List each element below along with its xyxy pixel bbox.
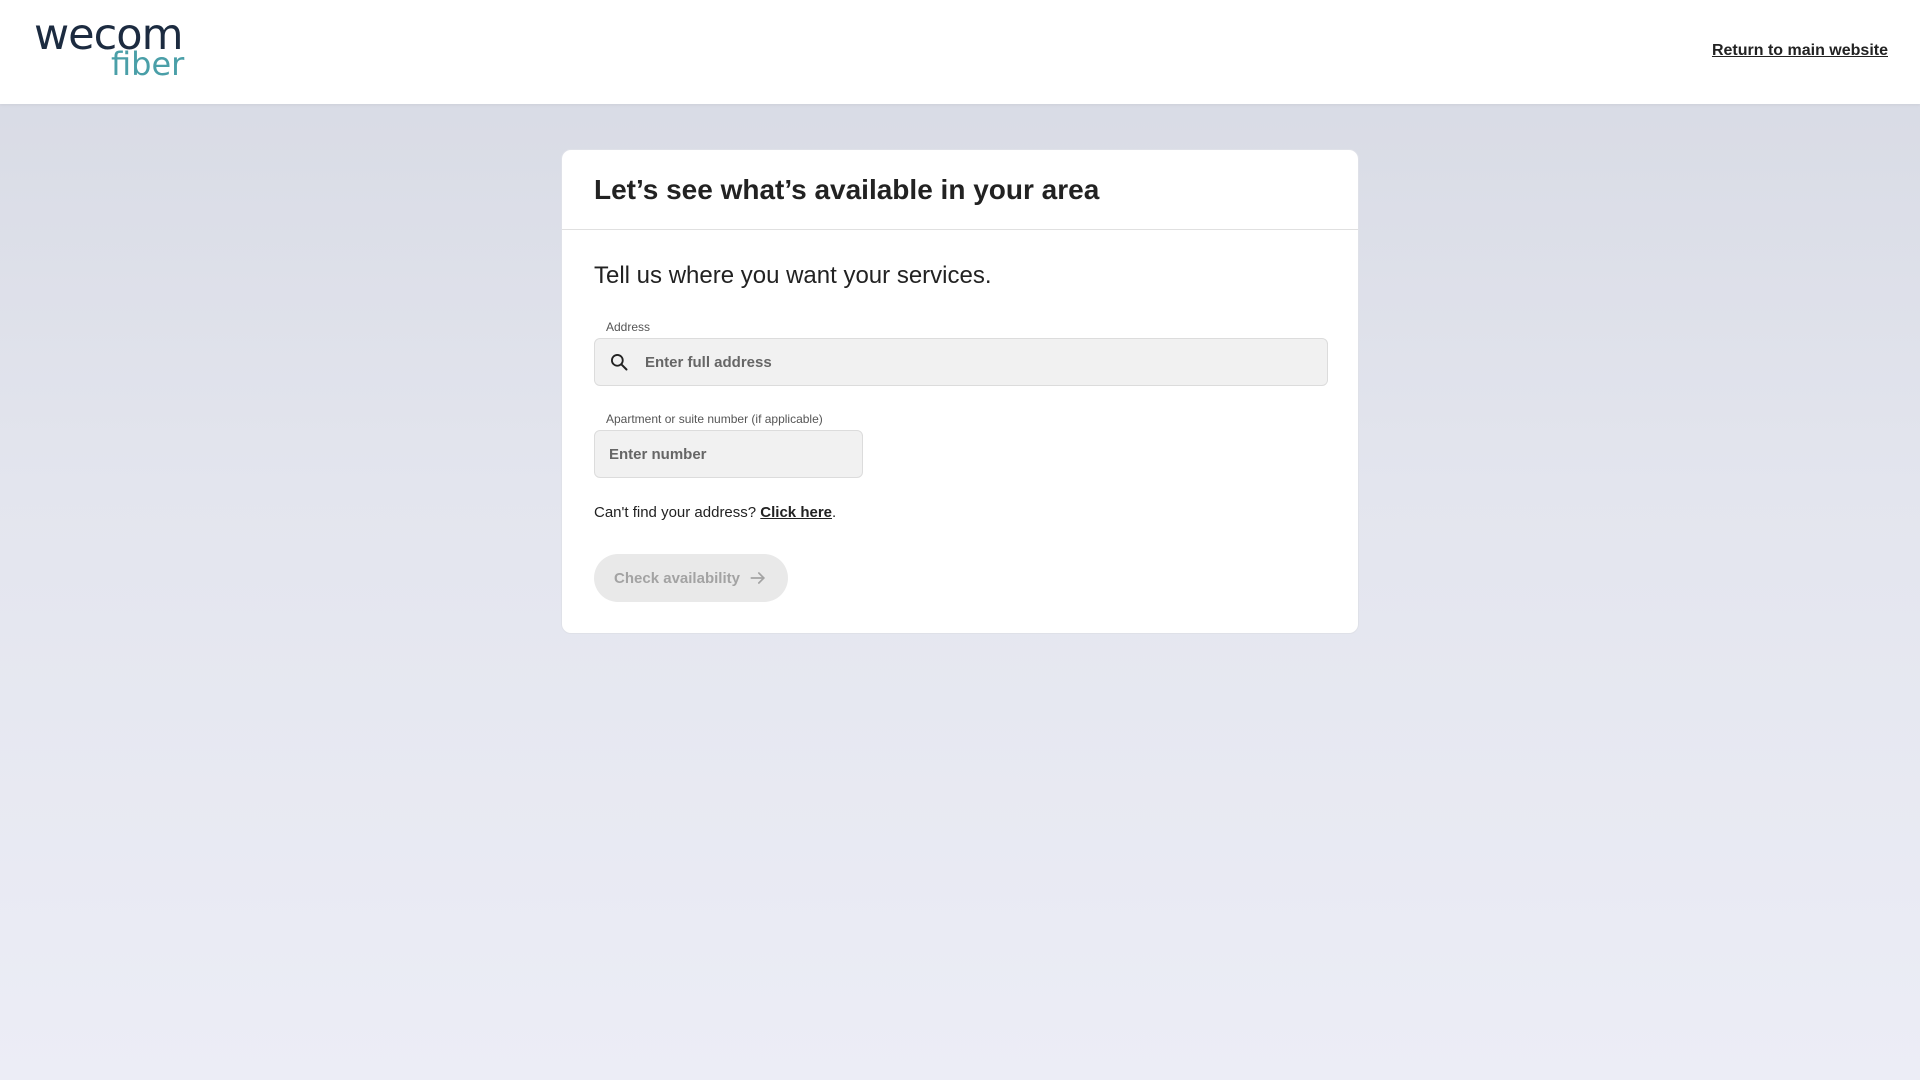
- cant-find-address-text: Can't find your address? Click here.: [594, 504, 836, 521]
- check-availability-label: Check availability: [614, 569, 740, 587]
- click-here-link[interactable]: Click here: [760, 504, 832, 521]
- search-icon: [611, 354, 628, 371]
- check-availability-button[interactable]: Check availability: [594, 554, 788, 602]
- card-subtitle: Tell us where you want your services.: [594, 262, 992, 289]
- site-header: wecom fiber Return to main website: [0, 0, 1920, 104]
- card-header: Let’s see what’s available in your area: [562, 150, 1358, 230]
- arrow-right-icon: [750, 572, 765, 584]
- wecom-fiber-logo[interactable]: wecom fiber: [34, 14, 185, 83]
- cant-find-suffix: .: [832, 504, 837, 521]
- apartment-field[interactable]: [594, 430, 863, 478]
- address-field[interactable]: [594, 338, 1328, 386]
- apartment-input[interactable]: [609, 431, 849, 477]
- address-input[interactable]: [645, 339, 1315, 385]
- availability-card: Let’s see what’s available in your area …: [561, 149, 1359, 634]
- logo-subtitle: fiber: [111, 45, 185, 83]
- cant-find-prompt: Can't find your address?: [594, 504, 757, 521]
- page-title: Let’s see what’s available in your area: [594, 174, 1100, 205]
- apartment-label: Apartment or suite number (if applicable…: [606, 412, 823, 426]
- return-to-main-website-link[interactable]: Return to main website: [1712, 42, 1888, 60]
- address-label: Address: [606, 320, 651, 334]
